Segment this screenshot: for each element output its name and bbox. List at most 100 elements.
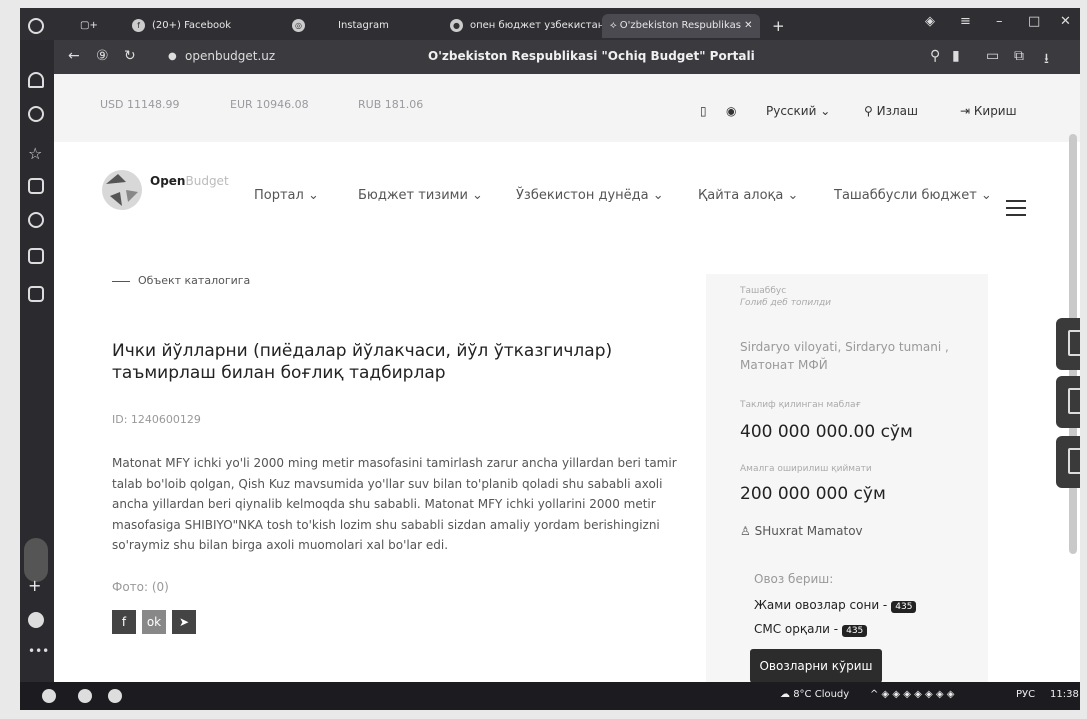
- aria-icon[interactable]: [28, 612, 44, 628]
- wallet-icon[interactable]: ⧉: [1014, 48, 1024, 64]
- opera-logo-icon[interactable]: [28, 18, 44, 34]
- sms-votes: СМС орқали -435: [754, 622, 868, 637]
- hamburger-menu-icon[interactable]: [1006, 200, 1026, 221]
- total-votes-label: Жами овозлар сони -: [754, 598, 888, 612]
- logo-text: OpenBudget: [150, 174, 229, 188]
- author-name: SHuxrat Mamatov: [754, 524, 863, 538]
- proposed-amount-label: Таклиф қилинган маблағ: [740, 400, 861, 410]
- nav-label: Қайта алоқа: [698, 188, 784, 203]
- browser-sidebar: ☆ + •••: [20, 18, 54, 680]
- nav-portal[interactable]: Портал ⌄: [254, 188, 319, 203]
- chart-icon: [1068, 448, 1080, 474]
- tab-new-window-icon[interactable]: ▢+: [80, 14, 98, 38]
- tab-close-icon[interactable]: ✕: [741, 20, 752, 31]
- eye-icon[interactable]: ◉: [726, 104, 736, 118]
- language-label: Русский: [766, 104, 817, 118]
- odnoklassniki-share-icon[interactable]: ok: [142, 610, 166, 634]
- add-icon[interactable]: +: [28, 576, 44, 595]
- nav-label: Портал: [254, 188, 304, 203]
- document-icon: [1068, 330, 1080, 356]
- tab-actions-icon[interactable]: ◈: [925, 14, 935, 29]
- facebook-share-icon[interactable]: f: [112, 610, 136, 634]
- reload-icon[interactable]: ↻: [124, 48, 136, 64]
- weather-widget[interactable]: ☁ 8°C Cloudy: [780, 689, 849, 700]
- menu-icon[interactable]: ≡: [960, 14, 971, 29]
- back-icon[interactable]: ←: [68, 48, 80, 64]
- reading-icon[interactable]: ▮: [952, 48, 960, 64]
- address-bar: ← ⑨ ↻ ● openbudget.uz O'zbekiston Respub…: [20, 40, 1080, 74]
- logo-name-light: Budget: [185, 174, 229, 188]
- vote-label: Овоз бериш:: [754, 572, 834, 586]
- star-icon[interactable]: ☆: [28, 144, 44, 163]
- notification-icon[interactable]: [28, 72, 44, 88]
- login-icon: ⇥: [960, 104, 974, 118]
- nav-budget-system[interactable]: Бюджет тизими ⌄: [358, 188, 483, 203]
- start-icon[interactable]: [42, 689, 56, 703]
- project-info-panel: Ташаббус Голиб деб топилди Sirdaryo vilo…: [706, 274, 988, 682]
- total-votes: Жами овозлар сони -435: [754, 598, 917, 613]
- search-link[interactable]: ⚲ Излаш: [864, 104, 918, 118]
- cube-icon[interactable]: [28, 178, 44, 194]
- tab-label: (20+) Facebook: [152, 20, 232, 31]
- mobile-icon[interactable]: ▯: [700, 104, 707, 118]
- weather-label: 8°C Cloudy: [793, 689, 850, 700]
- calendar-icon: [1068, 388, 1080, 414]
- view-votes-button[interactable]: Овозларни кўриш: [750, 649, 882, 682]
- history-icon[interactable]: [28, 106, 44, 122]
- more-icon[interactable]: •••: [28, 644, 49, 660]
- webpage: USD 11148.99 EUR 10946.08 RUB 181.06 ▯ ◉…: [54, 74, 1080, 682]
- opera-taskbar-icon[interactable]: [108, 689, 122, 703]
- search-label: Излаш: [876, 104, 918, 118]
- nav-label: Ташаббусли бюджет: [834, 188, 977, 203]
- login-link[interactable]: ⇥ Кириш: [960, 104, 1017, 118]
- nav-feedback[interactable]: Қайта алоқа ⌄: [698, 188, 798, 203]
- implemented-amount-label: Амалга оширилиш қиймати: [740, 464, 872, 474]
- user-icon: ♙: [740, 524, 755, 538]
- total-votes-badge: 435: [891, 601, 917, 613]
- initiative-status: Голиб деб топилди: [740, 298, 832, 308]
- project-description: Matonat MFY ichki yo'li 2000 ming metir …: [112, 456, 677, 552]
- search-icon: ⚲: [864, 104, 877, 118]
- download-icon[interactable]: ⭳: [1044, 48, 1049, 72]
- implemented-amount: 200 000 000 сўм: [740, 484, 886, 504]
- maximize-icon[interactable]: □: [1028, 14, 1040, 29]
- floating-docs-button[interactable]: [1056, 318, 1080, 370]
- nav-label: Ўзбекистон дунёда: [516, 188, 649, 203]
- battery-icon[interactable]: ▭: [986, 48, 999, 64]
- minimize-icon[interactable]: –: [996, 14, 1003, 29]
- nav-initiative-budget[interactable]: Ташаббусли бюджет ⌄: [834, 188, 992, 203]
- tab-search[interactable]: ● опен бюджет узбекистан: [450, 14, 604, 38]
- bookmark-icon[interactable]: ⚲: [930, 48, 940, 64]
- snapshot-icon[interactable]: [28, 286, 44, 302]
- system-tray-icons[interactable]: ^ ◈ ◈ ◈ ◈ ◈ ◈ ◈: [870, 689, 954, 700]
- url-field[interactable]: openbudget.uz: [185, 49, 275, 63]
- facebook-icon: f: [132, 18, 145, 32]
- clock[interactable]: 11:38: [1050, 689, 1079, 700]
- player-icon[interactable]: [28, 212, 44, 228]
- page-title-bar: O'zbekiston Respublikasi "Ochiq Budget" …: [428, 49, 755, 63]
- project-title: Ички йўлларни (пиёдалар йўлакчаси, йўл ў…: [112, 341, 613, 383]
- instagram-icon: ◎: [292, 18, 305, 32]
- openbudget-icon: ⟡: [610, 20, 620, 31]
- language-select[interactable]: Русский ⌄: [766, 104, 830, 118]
- floating-chart-button[interactable]: [1056, 436, 1080, 488]
- nav-label: Бюджет тизими: [358, 188, 468, 203]
- search-icon: ●: [450, 18, 463, 32]
- project-author: ♙ SHuxrat Mamatov: [740, 524, 863, 538]
- floating-calendar-button[interactable]: [1056, 376, 1080, 428]
- tab-openbudget[interactable]: ⟡ O'zbekiston Respublikas ✕: [602, 14, 761, 38]
- telegram-share-icon[interactable]: ➤: [172, 610, 196, 634]
- tab-instagram[interactable]: ◎ Instagram: [292, 14, 389, 38]
- extension-icon[interactable]: [28, 248, 44, 264]
- close-icon[interactable]: ✕: [1060, 14, 1071, 29]
- speed-dial-icon[interactable]: ⑨: [96, 48, 109, 64]
- input-language[interactable]: РУС: [1016, 689, 1035, 700]
- yandex-icon[interactable]: [78, 689, 92, 703]
- tab-facebook[interactable]: f (20+) Facebook: [132, 14, 231, 38]
- photo-count[interactable]: Фото: (0): [112, 580, 169, 594]
- breadcrumb[interactable]: Объект каталогига: [112, 274, 250, 287]
- logo-name: Open: [150, 174, 186, 188]
- nav-uzbekistan-world[interactable]: Ўзбекистон дунёда ⌄: [516, 188, 664, 203]
- project-id: ID: 1240600129: [112, 413, 201, 426]
- new-tab-button[interactable]: +: [772, 14, 785, 38]
